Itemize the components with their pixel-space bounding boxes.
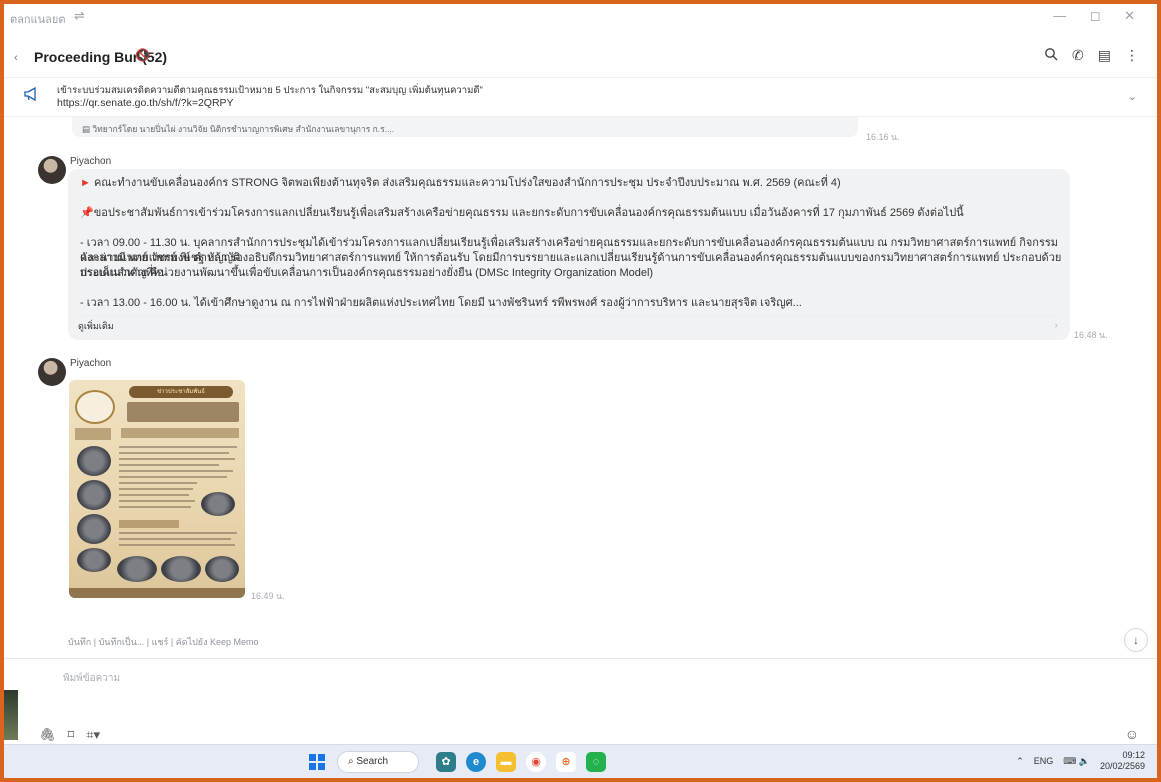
poster-footer bbox=[69, 588, 245, 598]
message-text: ขอประชาสัมพันธ์การเข้าร่วมโครงการแลกเปลี… bbox=[93, 207, 964, 219]
flag-icon: ► bbox=[80, 177, 91, 189]
poster-photo bbox=[77, 446, 111, 476]
bookmark-icon[interactable]: ⌑ bbox=[68, 727, 75, 743]
divider bbox=[78, 315, 1060, 316]
widgets-icon[interactable]: ✿ bbox=[436, 752, 456, 772]
poster-photo bbox=[117, 556, 157, 582]
clock-date: 20/02/2569 bbox=[1099, 761, 1145, 771]
quoted-text: ▤ วิทยากร์โดย นายปิ่นไผ่ งานวิจัย นิติกร… bbox=[82, 124, 395, 134]
scroll-down-button[interactable]: ↓ bbox=[1124, 628, 1148, 652]
message-text: - เวลา 13.00 - 16.00 น. ได้เข้าศึกษาดูงา… bbox=[80, 297, 802, 309]
poster-text bbox=[119, 494, 189, 496]
poster-text bbox=[119, 476, 227, 478]
poster-text bbox=[119, 532, 237, 534]
poster-block bbox=[121, 428, 239, 438]
poster-text bbox=[119, 482, 197, 484]
poster-text bbox=[119, 488, 193, 490]
taskbar-search[interactable]: ⌕ Search bbox=[337, 751, 419, 773]
notes-icon[interactable]: ▤ bbox=[1098, 47, 1111, 64]
message-text: กรอบแนวทางที่หน่วยงานพัฒนาขึ้นเพื่อขับเค… bbox=[80, 267, 654, 279]
announcement-bar[interactable]: เข้าระบบร่วมสมเครดิตความดีตามคุณธรรมเป้า… bbox=[4, 79, 1157, 117]
megaphone-icon bbox=[24, 86, 40, 105]
chat-header: ‹ Proceeding Bur (52) 🔇 ◌ ✆ ▤ ⋮ bbox=[4, 38, 1157, 78]
poster-text bbox=[119, 470, 233, 472]
chevron-down-icon[interactable]: ⌄ bbox=[1128, 90, 1137, 103]
emoji-icon[interactable]: ☺ bbox=[1125, 726, 1139, 742]
poster-text bbox=[119, 544, 235, 546]
windows-taskbar: ⌕ Search ✿ e ▬ ◉ ⊕ ◌ ⌃ ENG ⌨ 🔈 09:12 20/… bbox=[4, 744, 1157, 778]
poster-heading bbox=[127, 402, 239, 422]
edge-icon[interactable]: e bbox=[466, 752, 486, 772]
see-more-link[interactable]: ดูเพิ่มเติม bbox=[78, 319, 114, 334]
more-menu-icon[interactable]: ⋮ bbox=[1125, 47, 1139, 64]
language-indicator[interactable]: ENG bbox=[1034, 756, 1054, 766]
poster-photo bbox=[77, 514, 111, 544]
chevron-right-icon[interactable]: › bbox=[1055, 318, 1058, 333]
line-app-icon[interactable]: ◌ bbox=[586, 752, 606, 772]
taskbar-search-label: Search bbox=[356, 756, 389, 767]
poster-text bbox=[119, 506, 191, 508]
announcement-text: เข้าระบบร่วมสมเครดิตความดีตามคุณธรรมเป้า… bbox=[57, 84, 483, 110]
message-bubble[interactable]: ► คณะทำงานขับเคลื่อนองค์กร STRONG จิตพอเ… bbox=[68, 169, 1070, 340]
back-chevron-icon[interactable]: ‹ bbox=[14, 52, 18, 64]
message-time: 16.49 น. bbox=[251, 591, 285, 601]
app-window: ตลกแนลยต ⇌ — ◻ ✕ ‹ Proceeding Bur (52) 🔇… bbox=[0, 0, 1161, 782]
poster-photo bbox=[161, 556, 201, 582]
poster-text bbox=[119, 464, 219, 466]
poster-title: ข่าวประชาสัมพันธ์ bbox=[129, 386, 233, 398]
message-text: คณะทำงานขับเคลื่อนองค์กร STRONG จิตพอเพี… bbox=[93, 177, 841, 189]
message-line: ► คณะทำงานขับเคลื่อนองค์กร STRONG จิตพอเ… bbox=[80, 176, 841, 191]
avatar[interactable] bbox=[38, 156, 66, 184]
crop-icon[interactable]: ⌗▾ bbox=[86, 727, 100, 743]
sliders-icon[interactable]: ⇌ bbox=[74, 8, 85, 24]
poster-photo bbox=[205, 556, 239, 582]
file-explorer-icon[interactable]: ▬ bbox=[496, 752, 516, 772]
sender-name: Piyachon bbox=[70, 156, 112, 167]
avatar[interactable] bbox=[38, 358, 66, 386]
poster-block bbox=[119, 520, 179, 528]
phone-icon[interactable]: ✆ bbox=[1072, 47, 1084, 64]
clock[interactable]: 09:12 20/02/2569 bbox=[1100, 750, 1145, 772]
poster-text bbox=[119, 500, 195, 502]
poster-block bbox=[75, 428, 111, 440]
announcement-url[interactable]: https://qr.senate.go.th/sh/f/?k=2QRPY bbox=[57, 97, 483, 110]
poster-photo bbox=[77, 480, 111, 510]
poster-photo bbox=[77, 548, 111, 572]
sender-name: Piyachon bbox=[70, 358, 112, 369]
chrome-icon[interactable]: ◉ bbox=[526, 752, 546, 772]
poster-text bbox=[119, 446, 237, 448]
system-tray: ⌃ ENG ⌨ 🔈 09:12 20/02/2569 bbox=[1016, 750, 1145, 772]
chevron-up-icon[interactable]: ⌃ bbox=[1016, 756, 1024, 767]
window-controls[interactable]: — ◻ ✕ bbox=[1053, 8, 1145, 24]
poster-text bbox=[119, 452, 229, 454]
image-message[interactable]: ข่าวประชาสัมพันธ์ bbox=[69, 380, 245, 598]
app-label: ตลกแนลยต bbox=[10, 14, 66, 26]
network-volume-icon[interactable]: ⌨ 🔈 bbox=[1063, 756, 1090, 767]
composer[interactable]: พิมพ์ข้อความ 🖇 ⌑ ⌗▾ ☺ bbox=[4, 658, 1157, 750]
side-thumbnail bbox=[4, 690, 18, 740]
message-line: 📌ขอประชาสัมพันธ์การเข้าร่วมโครงการแลกเปล… bbox=[80, 206, 964, 221]
search-icon[interactable] bbox=[1044, 47, 1058, 64]
message-actions[interactable]: บันทึก | บันทึกเป็น... | แชร์ | คัดไปยัง… bbox=[68, 635, 259, 649]
message-time: 16.48 น. bbox=[1074, 330, 1108, 340]
poster-photo bbox=[201, 492, 235, 516]
message-input[interactable]: พิมพ์ข้อความ bbox=[63, 671, 120, 686]
poster-text bbox=[119, 458, 235, 460]
composer-tools: 🖇 ⌑ ⌗▾ bbox=[39, 727, 100, 743]
message-time: 16.16 น. bbox=[866, 132, 900, 142]
search-icon: ⌕ bbox=[348, 756, 354, 767]
title-bar: ตลกแนลยต ⇌ — ◻ ✕ bbox=[4, 4, 1157, 30]
windows-start-icon[interactable] bbox=[309, 754, 325, 770]
clock-time: 09:12 bbox=[1122, 750, 1145, 760]
announcement-message: เข้าระบบร่วมสมเครดิตความดีตามคุณธรรมเป้า… bbox=[57, 85, 483, 96]
network-app-icon[interactable]: ⊕ bbox=[556, 752, 576, 772]
mute-icon: 🔇 ◌ bbox=[135, 48, 161, 62]
paperclip-icon[interactable]: 🖇 bbox=[39, 727, 56, 743]
pin-icon: 📌 bbox=[80, 207, 94, 219]
poster-text bbox=[119, 538, 231, 540]
quoted-message[interactable]: ▤ วิทยากร์โดย นายปิ่นไผ่ งานวิจัย นิติกร… bbox=[72, 117, 858, 137]
strong-logo bbox=[75, 390, 115, 424]
header-tools: ✆ ▤ ⋮ bbox=[1044, 47, 1139, 64]
